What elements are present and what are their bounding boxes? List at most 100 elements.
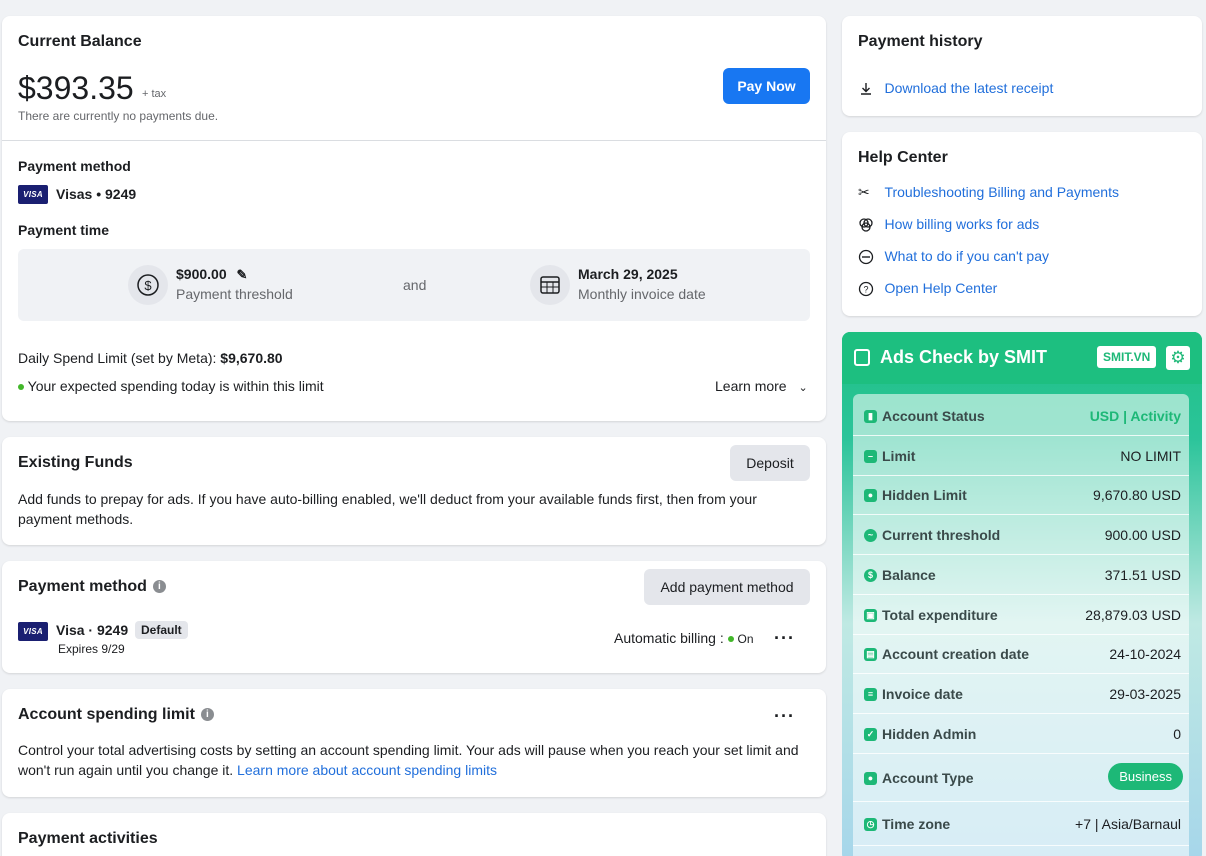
calendar-circle-icon [530, 265, 570, 305]
daily-limit-label: Daily Spend Limit (set by Meta): [18, 350, 221, 366]
row-label: Hidden Admin [882, 726, 977, 742]
trend-icon: ~ [864, 529, 877, 542]
smit-row-account-type: ● Account Type Business [853, 754, 1189, 802]
help-link-text: Troubleshooting Billing and Payments [884, 184, 1119, 200]
auto-billing-state: On [737, 632, 754, 646]
threshold-amount-text: $900.00 [176, 266, 227, 282]
dollar-circle-icon: $ [128, 265, 168, 305]
threshold-amount: $900.00 ✎ [176, 266, 247, 283]
download-receipt-link[interactable]: Download the latest receipt [858, 80, 1053, 98]
wallet-icon: ▣ [864, 609, 877, 622]
card-expiry: Expires 9/29 [58, 642, 125, 656]
row-value: 29-03-2025 [1109, 686, 1181, 702]
row-label: Current threshold [882, 527, 1001, 543]
payment-method-title-text: Payment method [18, 578, 147, 595]
spending-limit-card: Account spending limit i ··· Control your… [2, 689, 826, 797]
tools-icon: ✂ [858, 184, 870, 200]
row-value: +7 | Asia/Barnaul [1075, 816, 1181, 832]
visa-card-icon: VISA [18, 185, 48, 204]
spending-limit-title-text: Account spending limit [18, 706, 195, 723]
row-label: Invoice date [882, 686, 963, 702]
clock-shield-icon: ◷ [864, 818, 877, 831]
info-icon[interactable]: i [152, 580, 166, 594]
smit-row-creation-date: ▤ Account creation date 24-10-2024 [853, 634, 1189, 674]
current-balance-title: Current Balance [18, 33, 142, 50]
help-link-how-billing[interactable]: How billing works for ads [858, 216, 1039, 234]
help-center-card: Help Center ✂ Troubleshooting Billing an… [842, 132, 1202, 316]
card-number: Visas • 9249 [56, 186, 137, 202]
smit-logo-icon [854, 349, 870, 366]
gear-icon[interactable]: ⚙ [1166, 346, 1190, 370]
account-type-badge: Business [1108, 763, 1183, 790]
spending-limit-link[interactable]: Learn more about account spending limits [237, 762, 497, 778]
row-value: NO LIMIT [1120, 448, 1181, 464]
daily-limit-value: $9,670.80 [220, 350, 283, 366]
row-value: USD | Activity [1089, 408, 1181, 424]
spending-limit-title: Account spending limit i [18, 706, 214, 724]
existing-funds-card: Existing Funds Deposit Add funds to prep… [2, 437, 826, 545]
calendar-icon: ▤ [864, 648, 877, 661]
smit-badge[interactable]: SMIT.VN [1097, 346, 1157, 368]
smit-row-current-threshold: ~ Current threshold 900.00 USD [853, 515, 1189, 555]
pay-now-button[interactable]: Pay Now [723, 68, 810, 104]
default-badge: Default [135, 621, 188, 639]
payment-time-label: Payment time [18, 222, 110, 238]
auto-billing-label: Automatic billing : [614, 630, 724, 646]
download-icon [861, 82, 871, 95]
payment-activities-card: Payment activities [2, 813, 826, 856]
help-link-cant-pay[interactable]: What to do if you can't pay [858, 248, 1049, 266]
add-payment-method-button[interactable]: Add payment method [644, 569, 810, 605]
divider [2, 140, 826, 141]
chevron-down-icon: ⌄ [798, 382, 808, 394]
smit-row-balance: $ Balance 371.51 USD [853, 555, 1189, 595]
edit-pencil-icon[interactable]: ✎ [237, 267, 248, 282]
invoice-caption: Monthly invoice date [578, 286, 706, 302]
help-link-text: What to do if you can't pay [884, 248, 1049, 264]
help-center-title: Help Center [858, 149, 948, 166]
row-value: 371.51 USD [1104, 567, 1181, 583]
row-label: Account Type [882, 770, 974, 786]
within-limit-text: Your expected spending today is within t… [27, 378, 324, 394]
row-label: Limit [882, 448, 916, 464]
payment-history-title: Payment history [858, 33, 983, 50]
info-icon[interactable]: i [200, 708, 214, 722]
visa-card-icon: VISA [18, 622, 48, 641]
status-dot [18, 384, 24, 391]
balance-note: There are currently no payments due. [18, 109, 219, 123]
more-options-button[interactable]: ··· [774, 707, 795, 725]
row-label: Total expenditure [882, 607, 998, 623]
more-options-button[interactable]: ··· [774, 629, 795, 647]
help-link-text: Open Help Center [884, 280, 998, 296]
existing-funds-title: Existing Funds [18, 454, 133, 471]
row-label: Balance [882, 567, 936, 583]
venn-icon [859, 218, 873, 232]
smit-row-account-status: ▮ Account Status USD | Activity [853, 396, 1189, 436]
smit-panel: Ads Check by SMIT SMIT.VN ⚙ ▮ Account St… [842, 332, 1202, 856]
learn-more-toggle[interactable]: Learn more ⌄ [715, 378, 808, 394]
and-text: and [403, 277, 427, 293]
payment-history-card: Payment history Download the latest rece… [842, 16, 1202, 116]
row-label: Account creation date [882, 646, 1030, 662]
svg-text:?: ? [863, 284, 868, 294]
payment-activities-title: Payment activities [18, 830, 158, 847]
row-label: Account Status [882, 408, 985, 424]
row-value: 900.00 USD [1104, 527, 1181, 543]
invoice-icon: ≡ [864, 688, 877, 701]
help-link-troubleshooting[interactable]: ✂ Troubleshooting Billing and Payments [858, 184, 1119, 202]
help-link-open-help[interactable]: ? Open Help Center [858, 280, 997, 298]
existing-funds-description: Add funds to prepay for ads. If you have… [18, 491, 757, 527]
question-circle-icon: ? [858, 281, 874, 296]
payment-time-box: $ $900.00 ✎ Payment threshold and March … [18, 249, 810, 321]
tax-label: + tax [142, 88, 167, 100]
payment-method-card: Payment method i Add payment method VISA … [2, 561, 826, 673]
current-balance-card: Current Balance $393.35 + tax There are … [2, 16, 826, 421]
status-dot [727, 636, 734, 643]
within-limit-status: Your expected spending today is within t… [18, 378, 324, 394]
smit-row-invoice-date: ≡ Invoice date 29-03-2025 [853, 674, 1189, 714]
row-value: 0 [1173, 726, 1181, 742]
smit-row-limit: – Limit NO LIMIT [853, 436, 1189, 476]
row-label: Time zone [882, 816, 951, 832]
shield-icon: ✓ [864, 728, 877, 741]
row-label: Hidden Limit [882, 487, 967, 503]
deposit-button[interactable]: Deposit [730, 445, 810, 481]
